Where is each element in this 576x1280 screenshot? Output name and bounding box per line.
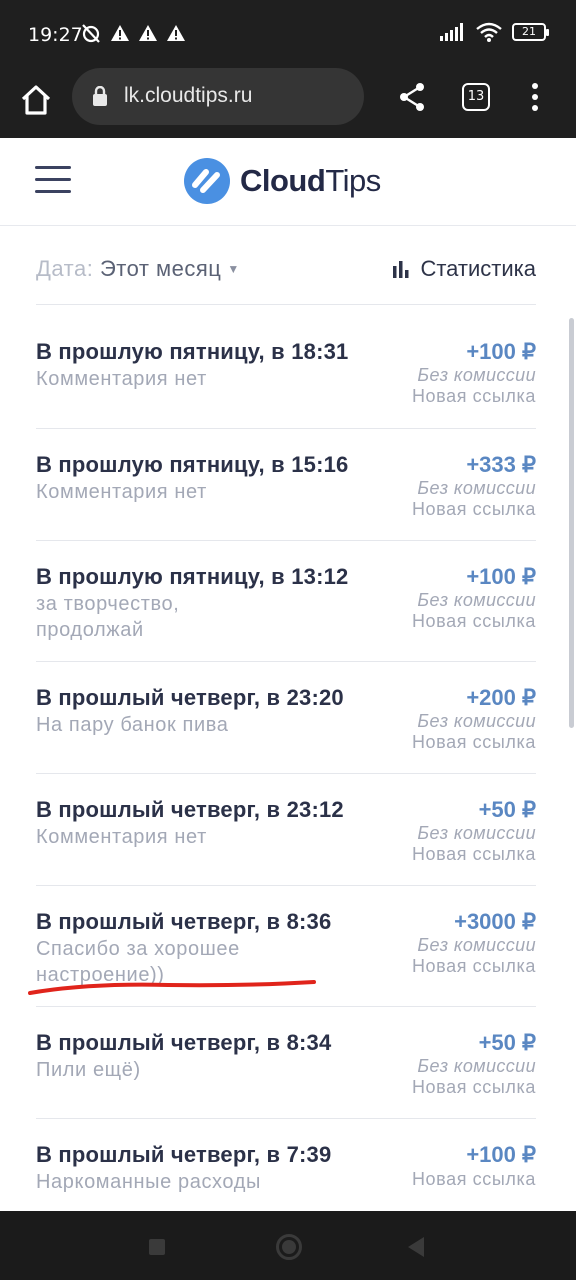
status-bar: 19:27 21 — [0, 0, 576, 68]
cloudtips-logo-icon — [184, 158, 230, 204]
address-bar[interactable]: lk.cloudtips.ru — [72, 68, 364, 125]
warning-icon — [139, 25, 157, 41]
recents-icon[interactable] — [149, 1239, 165, 1255]
signal-icon — [440, 23, 463, 41]
transaction-comment: На пару банок пива — [36, 714, 229, 736]
transaction-source: Новая ссылка — [411, 732, 536, 752]
transaction-fee: Без комиссии — [417, 935, 536, 955]
transaction-amount: +50 ₽ — [478, 797, 536, 822]
wifi-icon — [476, 22, 502, 42]
transaction-date: В прошлый четверг, в 8:36 — [36, 909, 332, 934]
transactions-list: В прошлую пятницу, в 18:31 Комментария н… — [36, 305, 536, 1219]
transaction-fee: Без комиссии — [417, 478, 536, 498]
date-filter-value: Этот месяц — [99, 256, 222, 281]
share-icon[interactable] — [398, 82, 426, 112]
transaction-date: В прошлый четверг, в 23:12 — [36, 797, 344, 822]
logo-text-bold: Cloud — [240, 163, 326, 198]
transaction-fee: Без комиссии — [417, 365, 536, 385]
logo-text-light: Tips — [325, 163, 381, 198]
alarm-off-icon — [82, 24, 100, 43]
list-item[interactable]: В прошлый четверг, в 23:12 Комментария н… — [36, 774, 536, 886]
transaction-amount: +100 ₽ — [466, 339, 536, 364]
more-vert-icon[interactable] — [527, 82, 543, 112]
transaction-comment: Пили ещё) — [36, 1059, 141, 1081]
warning-icon — [167, 25, 185, 41]
transaction-source: Новая ссылка — [411, 611, 536, 631]
menu-icon[interactable] — [35, 166, 71, 194]
transaction-date: В прошлый четверг, в 7:39 — [36, 1142, 332, 1167]
transaction-source: Новая ссылка — [411, 844, 536, 864]
list-item[interactable]: В прошлый четверг, в 8:34 Пили ещё) +50 … — [36, 1007, 536, 1119]
status-icons-left — [80, 22, 186, 44]
transaction-amount: +50 ₽ — [478, 1030, 536, 1055]
browser-toolbar: lk.cloudtips.ru 13 — [0, 68, 576, 138]
bar-chart-icon — [393, 261, 409, 278]
transaction-amount: +200 ₽ — [466, 685, 536, 710]
logo-text: CloudTips — [240, 163, 381, 199]
battery-icon: 21 — [512, 23, 549, 41]
transaction-amount: +333 ₽ — [466, 452, 536, 477]
transaction-fee: Без комиссии — [417, 1056, 536, 1076]
transaction-amount: +100 ₽ — [466, 564, 536, 589]
url-text: lk.cloudtips.ru — [124, 84, 253, 107]
transaction-source: Новая ссылка — [411, 499, 536, 519]
list-item[interactable]: В прошлую пятницу, в 13:12 за творчество… — [36, 541, 536, 662]
back-icon[interactable] — [408, 1237, 424, 1257]
date-filter-label: Дата: — [36, 256, 94, 281]
red-underline-annotation — [28, 980, 316, 995]
warning-icon — [111, 25, 129, 41]
app-header: CloudTips — [0, 138, 576, 226]
transaction-date: В прошлую пятницу, в 15:16 — [36, 452, 349, 477]
statistics-button[interactable]: Статистика — [392, 256, 536, 282]
list-item[interactable]: В прошлую пятницу, в 15:16 Комментария н… — [36, 429, 536, 541]
transaction-comment: Комментария нет — [36, 368, 207, 390]
system-nav-bar — [0, 1211, 576, 1280]
home-icon[interactable] — [18, 82, 54, 118]
scrollbar[interactable] — [569, 318, 574, 728]
status-icons-right: 21 — [440, 22, 549, 42]
transaction-fee: Без комиссии — [417, 823, 536, 843]
logo[interactable]: CloudTips — [184, 158, 381, 204]
transaction-source: Новая ссылка — [411, 956, 536, 976]
transaction-comment: Наркоманные расходы — [36, 1171, 261, 1193]
transaction-source: Новая ссылка — [411, 1077, 536, 1097]
filter-row: Дата: Этот месяц ▼ Статистика — [36, 254, 536, 286]
transaction-comment: за творчество, продолжай — [36, 593, 180, 641]
transaction-source: Новая ссылка — [411, 386, 536, 406]
transaction-source: Новая ссылка — [411, 1169, 536, 1189]
transaction-comment: Комментария нет — [36, 481, 207, 503]
list-item[interactable]: В прошлый четверг, в 7:39 Наркоманные ра… — [36, 1119, 536, 1219]
transaction-date: В прошлую пятницу, в 13:12 — [36, 564, 349, 589]
transaction-fee: Без комиссии — [417, 711, 536, 731]
transaction-amount: +100 ₽ — [466, 1142, 536, 1167]
transaction-date: В прошлый четверг, в 8:34 — [36, 1030, 332, 1055]
tabs-button[interactable]: 13 — [462, 83, 490, 111]
date-filter[interactable]: Дата: Этот месяц ▼ — [36, 256, 240, 282]
statistics-label: Статистика — [420, 256, 536, 281]
home-circle-icon[interactable] — [276, 1234, 302, 1260]
transaction-amount: +3000 ₽ — [454, 909, 536, 934]
lock-icon — [93, 86, 107, 106]
status-time: 19:27 — [28, 24, 83, 46]
transaction-comment: Комментария нет — [36, 826, 207, 848]
transaction-fee: Без комиссии — [417, 590, 536, 610]
list-item[interactable]: В прошлый четверг, в 23:20 На пару банок… — [36, 662, 536, 774]
transaction-date: В прошлую пятницу, в 18:31 — [36, 339, 349, 364]
list-item[interactable]: В прошлую пятницу, в 18:31 Комментария н… — [36, 305, 536, 429]
caret-down-icon: ▼ — [227, 262, 240, 276]
transaction-date: В прошлый четверг, в 23:20 — [36, 685, 344, 710]
